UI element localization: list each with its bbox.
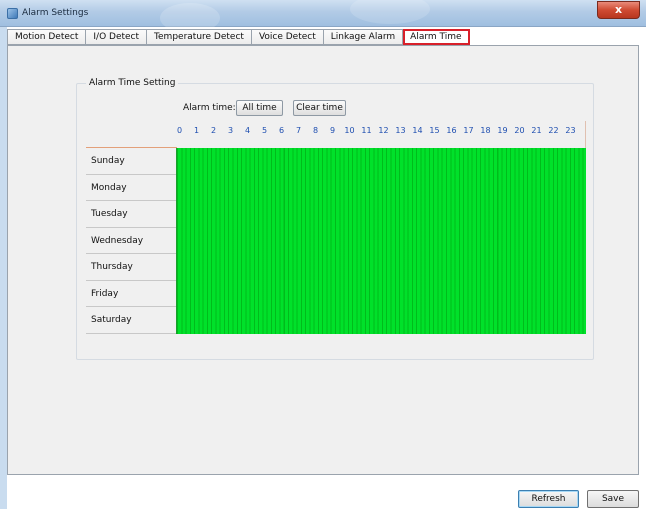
- window-title: Alarm Settings: [22, 8, 89, 18]
- tab-motion-detect[interactable]: Motion Detect: [7, 29, 87, 45]
- hour-label: 1: [193, 126, 200, 135]
- day-row-tuesday: Tuesday: [86, 201, 177, 228]
- hour-label: 5: [261, 126, 268, 135]
- day-row-saturday: Saturday: [86, 307, 177, 334]
- schedule-grid[interactable]: [176, 148, 586, 334]
- hour-label: 9: [329, 126, 336, 135]
- hour-label: 14: [412, 126, 423, 135]
- save-button[interactable]: Save: [587, 490, 639, 508]
- hour-label: 21: [531, 126, 542, 135]
- tab-temperature-detect[interactable]: Temperature Detect: [147, 29, 252, 45]
- hour-label: 10: [344, 126, 355, 135]
- hour-label: 0: [176, 126, 183, 135]
- group-title: Alarm Time Setting: [86, 78, 179, 88]
- hour-label: 22: [548, 126, 559, 135]
- day-label: Thursday: [91, 262, 133, 272]
- hour-label: 19: [497, 126, 508, 135]
- day-row-friday: Friday: [86, 280, 177, 307]
- tab-linkage-alarm[interactable]: Linkage Alarm: [323, 29, 404, 45]
- tab-voice-detect[interactable]: Voice Detect: [251, 29, 324, 45]
- day-label: Monday: [91, 182, 127, 193]
- alarm-time-label: Alarm time:: [183, 103, 236, 113]
- window-frame: Motion Detect I/O Detect Temperature Det…: [0, 27, 646, 509]
- refresh-button[interactable]: Refresh: [518, 490, 579, 508]
- day-row-monday: Monday: [86, 174, 177, 201]
- title-bar: Alarm Settings x: [0, 0, 646, 33]
- tab-panel-alarm-time: Alarm Time Setting Alarm time: All time …: [7, 45, 639, 475]
- close-button[interactable]: x: [597, 1, 640, 19]
- tab-alarm-time[interactable]: Alarm Time: [403, 29, 470, 45]
- day-row-thursday: Thursday: [86, 254, 177, 281]
- day-label: Friday: [91, 288, 119, 299]
- footer-bar: Refresh Save: [7, 475, 646, 509]
- hour-label: 11: [361, 126, 372, 135]
- day-column: Sunday Monday Tuesday Wednesday Thursday…: [86, 148, 177, 334]
- day-row-sunday: Sunday: [86, 148, 177, 175]
- hour-label: 23: [565, 126, 576, 135]
- day-label: Tuesday: [91, 209, 128, 219]
- hour-label: 7: [295, 126, 302, 135]
- hour-label: 12: [378, 126, 389, 135]
- hour-label: 17: [463, 126, 474, 135]
- hour-label: 13: [395, 126, 406, 135]
- hour-label: 15: [429, 126, 440, 135]
- day-row-wednesday: Wednesday: [86, 227, 177, 254]
- hour-label: 3: [227, 126, 234, 135]
- alarm-time-setting-group: Alarm Time Setting Alarm time: All time …: [76, 78, 594, 360]
- hour-label: 18: [480, 126, 491, 135]
- day-label: Saturday: [91, 315, 132, 325]
- tab-bar: Motion Detect I/O Detect Temperature Det…: [7, 29, 470, 45]
- hour-label: 4: [244, 126, 251, 135]
- hour-label: 2: [210, 126, 217, 135]
- day-label: Sunday: [91, 156, 125, 166]
- hour-label: 6: [278, 126, 285, 135]
- grid-edge: [585, 121, 586, 148]
- hour-header: 0 1 2 3 4 5 6 7 8 9 10 11 12 13 14 15 16: [176, 126, 584, 138]
- window-client: Motion Detect I/O Detect Temperature Det…: [7, 27, 646, 509]
- hour-label: 8: [312, 126, 319, 135]
- hour-label: 16: [446, 126, 457, 135]
- tab-io-detect[interactable]: I/O Detect: [86, 29, 148, 45]
- all-time-button[interactable]: All time: [236, 100, 283, 116]
- day-label: Wednesday: [91, 235, 144, 246]
- app-icon: [7, 8, 18, 19]
- clear-time-button[interactable]: Clear time: [293, 100, 346, 116]
- hour-label: 20: [514, 126, 525, 135]
